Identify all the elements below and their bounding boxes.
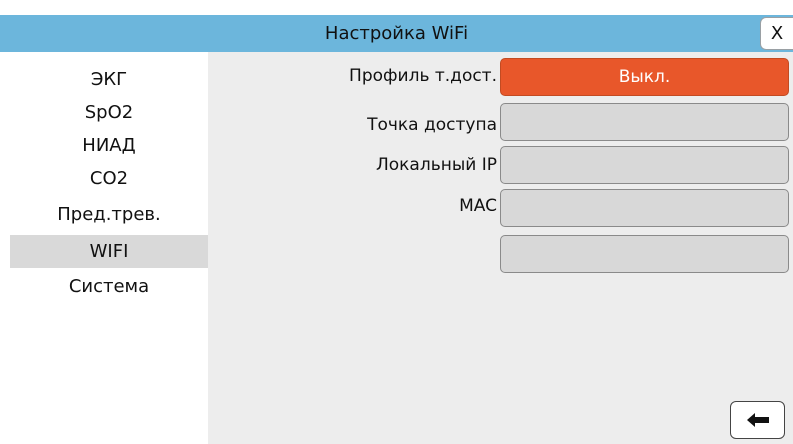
extra-field (500, 235, 789, 273)
profile-toggle-button[interactable]: Выкл. (500, 58, 789, 96)
title-bar: Настройка WiFi (0, 15, 793, 52)
wifi-content-panel: Профиль т.дост. Выкл. Точка доступа Лока… (208, 52, 793, 444)
sidebar-item-ecg[interactable]: ЭКГ (10, 63, 208, 96)
sidebar-item-system[interactable]: Система (10, 270, 208, 303)
sidebar-item-spo2[interactable]: SpO2 (10, 96, 208, 129)
back-button[interactable] (730, 401, 785, 439)
close-button[interactable]: X (760, 17, 793, 50)
sidebar-item-wifi[interactable]: WIFI (10, 235, 208, 268)
local-ip-label: Локальный IP (375, 155, 497, 175)
sidebar-item-alarm-limits[interactable]: Пред.трев. (10, 198, 208, 231)
access-point-field[interactable] (500, 103, 789, 141)
wifi-settings-screen: Настройка WiFi X ЭКГ SpO2 НИАД CO2 Пред.… (0, 0, 793, 444)
sidebar-item-co2[interactable]: CO2 (10, 162, 208, 195)
arrow-left-icon (746, 413, 769, 427)
access-point-label: Точка доступа (367, 115, 497, 135)
sidebar-item-nibp[interactable]: НИАД (10, 129, 208, 162)
sidebar: ЭКГ SpO2 НИАД CO2 Пред.трев. WIFI Систем… (0, 58, 208, 444)
mac-field (500, 189, 789, 227)
profile-label: Профиль т.дост. (349, 66, 497, 86)
local-ip-field (500, 146, 789, 184)
page-title: Настройка WiFi (324, 23, 469, 44)
mac-label: MAC (459, 196, 497, 216)
